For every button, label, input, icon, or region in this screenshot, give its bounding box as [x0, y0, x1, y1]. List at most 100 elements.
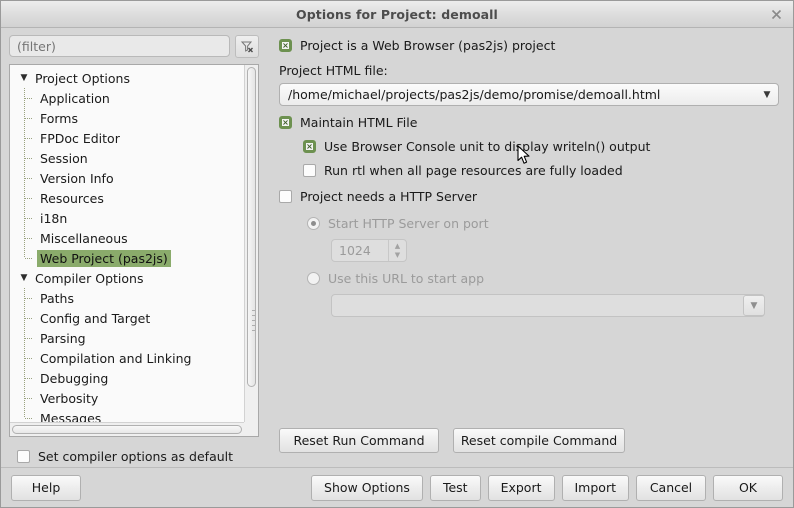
options-dialog: Options for Project: demoall (filter) ▼ …	[0, 0, 794, 508]
reset-buttons-row: Reset Run Command Reset compile Command	[279, 428, 625, 453]
web-project-panel: × Project is a Web Browser (pas2js) proj…	[267, 28, 793, 467]
tree-item-label: Session	[40, 150, 88, 166]
tree-item-label: Verbosity	[40, 390, 99, 406]
tree-item-messages[interactable]: Messages	[10, 408, 244, 422]
tree-vertical-scroll-thumb[interactable]	[247, 67, 256, 387]
use-url-combo[interactable]: ▼	[331, 294, 765, 317]
options-sidebar: ▼ Project Options Application Forms FPDoc Ed…	[1, 28, 267, 467]
browser-console-label: Use Browser Console unit to display writ…	[324, 139, 651, 154]
filter-clear-icon[interactable]	[235, 34, 259, 58]
set-compiler-default-label: Set compiler options as default	[38, 448, 234, 464]
reset-compile-command-button[interactable]: Reset compile Command	[453, 428, 625, 453]
tree-item-web-project-pas2js[interactable]: Web Project (pas2js)	[10, 248, 244, 268]
tree-item-label: Parsing	[40, 330, 86, 346]
tree-horizontal-scroll-thumb[interactable]	[12, 425, 242, 434]
browser-console-checkbox[interactable]: ×	[303, 140, 316, 153]
chevron-down-icon[interactable]: ▼	[18, 272, 30, 284]
chevron-down-icon[interactable]: ▼	[756, 90, 778, 100]
spinner-arrows-icon[interactable]: ▲ ▼	[388, 240, 406, 261]
maintain-html-checkbox[interactable]: ×	[279, 116, 292, 129]
run-rtl-loaded-label: Run rtl when all page resources are full…	[324, 163, 623, 178]
tree-item-label: Version Info	[40, 170, 114, 186]
page-title: Options for Project: demoall	[296, 6, 498, 22]
tree-viewport: ▼ Project Options Application Forms FPDoc Ed…	[10, 65, 244, 422]
tree-item-resources[interactable]: Resources	[10, 188, 244, 208]
http-server-checkbox[interactable]	[279, 190, 292, 203]
import-button[interactable]: Import	[561, 474, 629, 501]
tree-item-verbosity[interactable]: Verbosity	[10, 388, 244, 408]
set-compiler-default-checkbox[interactable]	[17, 449, 30, 463]
tree-item-label: Messages	[40, 410, 102, 423]
tree-item-application[interactable]: Application	[10, 88, 244, 108]
export-button[interactable]: Export	[487, 474, 555, 501]
project-html-file-value: /home/michael/projects/pas2js/demo/promi…	[288, 87, 661, 102]
run-rtl-loaded-row[interactable]: Run rtl when all page resources are full…	[303, 163, 779, 178]
filter-input[interactable]	[9, 35, 230, 57]
tree-item-label: i18n	[40, 210, 68, 226]
chevron-down-icon-url[interactable]: ▼	[743, 295, 765, 316]
chevron-down-icon[interactable]: ▼	[18, 72, 30, 84]
tree-item-miscellaneous[interactable]: Miscellaneous	[10, 228, 244, 248]
show-options-button[interactable]: Show Options	[311, 474, 423, 501]
run-rtl-loaded-checkbox[interactable]	[303, 164, 316, 177]
tree-item-label: Debugging	[40, 370, 109, 386]
reset-run-command-button[interactable]: Reset Run Command	[279, 428, 439, 453]
cancel-button[interactable]: Cancel	[636, 474, 706, 501]
project-html-file-combo[interactable]: /home/michael/projects/pas2js/demo/promi…	[279, 83, 779, 106]
tree-item-label: Web Project (pas2js)	[37, 249, 171, 267]
start-http-server-label: Start HTTP Server on port	[328, 216, 489, 231]
http-server-row[interactable]: Project needs a HTTP Server	[279, 189, 779, 204]
spinner-down-icon[interactable]: ▼	[395, 251, 400, 259]
tree-item-project-options[interactable]: ▼ Project Options	[10, 68, 244, 88]
tree-item-config-and-target[interactable]: Config and Target	[10, 308, 244, 328]
tree-item-debugging[interactable]: Debugging	[10, 368, 244, 388]
project-html-file-caption: Project HTML file:	[279, 63, 388, 78]
http-port-spinner[interactable]: 1024 ▲ ▼	[331, 239, 407, 262]
scrollbar-corner	[244, 422, 258, 436]
start-http-server-row[interactable]: Start HTTP Server on port	[307, 216, 779, 231]
test-button[interactable]: Test	[429, 474, 481, 501]
maintain-html-label: Maintain HTML File	[300, 115, 418, 130]
tree-item-parsing[interactable]: Parsing	[10, 328, 244, 348]
tree-item-label: Application	[40, 90, 110, 106]
tree-item-label: Compilation and Linking	[40, 350, 192, 366]
tree-item-compiler-options[interactable]: ▼ Compiler Options	[10, 268, 244, 288]
dialog-footer: Help Show Options Test Export Import Can…	[1, 467, 793, 507]
web-browser-project-checkbox[interactable]: ×	[279, 39, 292, 52]
tree-item-label: Paths	[40, 290, 74, 306]
tree-item-label: Miscellaneous	[40, 230, 128, 246]
tree-item-i18n[interactable]: i18n	[10, 208, 244, 228]
dialog-content: ▼ Project Options Application Forms FPDoc Ed…	[1, 28, 793, 467]
tree-item-label: Project Options	[35, 70, 130, 86]
set-compiler-default-row[interactable]: Set compiler options as default	[9, 443, 259, 467]
tree-item-session[interactable]: Session	[10, 148, 244, 168]
options-tree[interactable]: ▼ Project Options Application Forms FPDoc Ed…	[9, 64, 259, 437]
tree-horizontal-scrollbar[interactable]	[10, 422, 244, 436]
ok-button[interactable]: OK	[713, 474, 783, 501]
use-url-row[interactable]: Use this URL to start app	[307, 271, 779, 286]
footer-right: Show Options Test Export Import Cancel O…	[311, 474, 783, 501]
browser-console-row[interactable]: × Use Browser Console unit to display wr…	[303, 139, 779, 154]
tree-item-compilation-and-linking[interactable]: Compilation and Linking	[10, 348, 244, 368]
tree-list: ▼ Project Options Application Forms FPDoc Ed…	[10, 65, 244, 423]
use-url-radio[interactable]	[307, 272, 320, 285]
title-bar: Options for Project: demoall	[1, 1, 793, 28]
use-url-label: Use this URL to start app	[328, 271, 485, 286]
scroll-grip-icon	[252, 310, 255, 332]
close-icon[interactable]	[767, 5, 785, 23]
filter-row	[9, 34, 259, 58]
tree-item-label: Config and Target	[40, 310, 151, 326]
tree-item-paths[interactable]: Paths	[10, 288, 244, 308]
help-button[interactable]: Help	[11, 474, 81, 501]
web-browser-project-row[interactable]: × Project is a Web Browser (pas2js) proj…	[279, 38, 779, 53]
web-browser-project-label: Project is a Web Browser (pas2js) projec…	[300, 38, 556, 53]
tree-item-label: FPDoc Editor	[40, 130, 120, 146]
tree-item-forms[interactable]: Forms	[10, 108, 244, 128]
tree-item-fpdoc-editor[interactable]: FPDoc Editor	[10, 128, 244, 148]
spinner-up-icon[interactable]: ▲	[395, 242, 400, 250]
maintain-html-row[interactable]: × Maintain HTML File	[279, 115, 779, 130]
tree-vertical-scrollbar[interactable]	[244, 65, 258, 422]
http-port-value: 1024	[339, 243, 371, 258]
tree-item-version-info[interactable]: Version Info	[10, 168, 244, 188]
start-http-server-radio[interactable]	[307, 217, 320, 230]
